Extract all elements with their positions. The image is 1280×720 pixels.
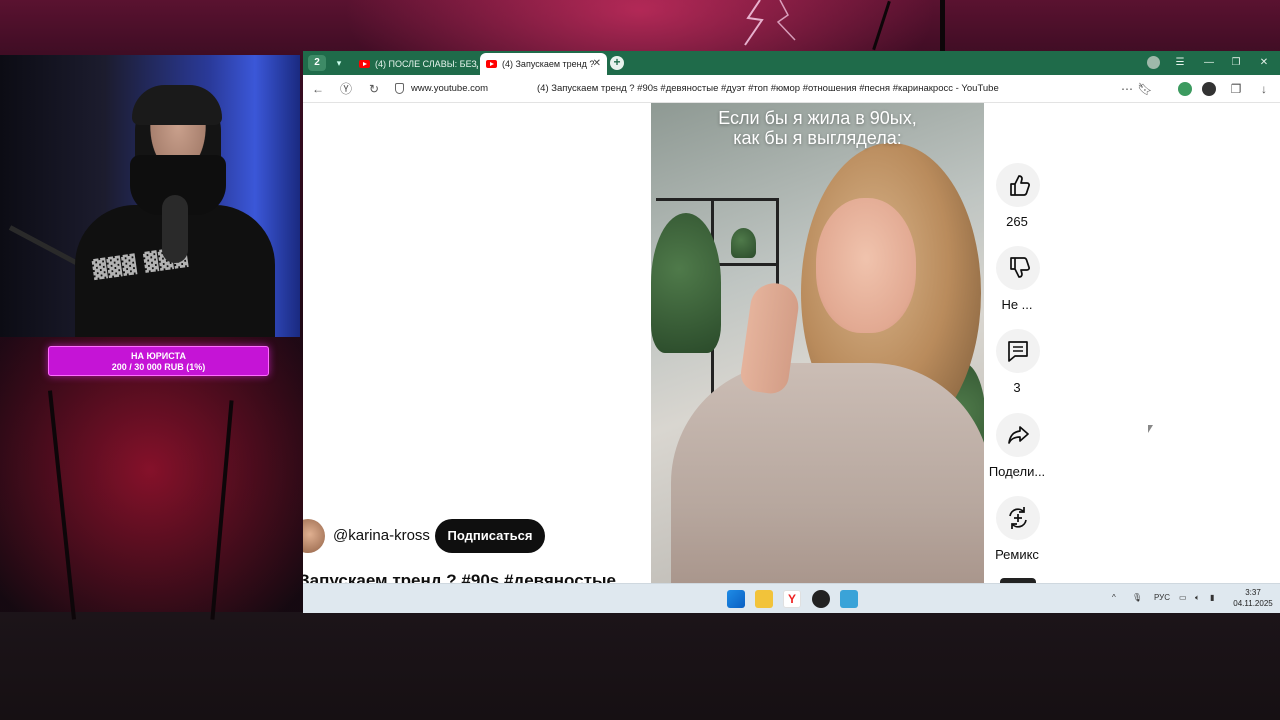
tab-bar: 2 ▾ (4) ПОСЛЕ СЛАВЫ: БЕЗД (4) Запускаем … xyxy=(303,51,1280,75)
clock-time: 3:37 xyxy=(1245,588,1261,597)
volume-icon[interactable]: 🔈︎ xyxy=(1195,593,1200,603)
mouse-cursor xyxy=(1148,425,1153,433)
like-count: 265 xyxy=(1006,214,1028,229)
woman-face xyxy=(816,198,916,333)
taskbar-clock[interactable]: 3:37 04.11.2025 xyxy=(1231,587,1275,609)
short-video-player[interactable]: Если бы я жила в 90ых, как бы я выглядел… xyxy=(651,103,984,583)
notepad-icon[interactable] xyxy=(840,590,858,608)
shorts-actions: 265 Не ... 3 Подели... Ремикс xyxy=(986,103,1048,583)
tab-label: (4) Запускаем тренд ? xyxy=(502,59,595,69)
share-label: Подели... xyxy=(988,464,1046,479)
remix-label: Ремикс xyxy=(995,547,1039,562)
streamer-hair xyxy=(132,85,222,125)
microphone-icon[interactable]: 🎙︎ xyxy=(1132,593,1142,602)
share-button[interactable] xyxy=(996,413,1040,457)
share-icon xyxy=(1008,426,1029,444)
remix-button[interactable] xyxy=(996,496,1040,540)
donation-goal: НА ЮРИСТА 200 / 30 000 RUB (1%) xyxy=(48,346,269,376)
tab-label: (4) ПОСЛЕ СЛАВЫ: БЕЗД xyxy=(375,59,478,69)
more-icon[interactable]: ⋯ xyxy=(1119,81,1135,97)
network-icon[interactable]: ▭ xyxy=(1179,593,1187,602)
thumbs-down-icon xyxy=(1010,257,1030,278)
file-explorer-icon[interactable] xyxy=(755,590,773,608)
restore-icon[interactable]: ❐ xyxy=(1228,55,1244,71)
clock-date: 04.11.2025 xyxy=(1233,599,1273,608)
thumbs-up-icon xyxy=(1010,175,1030,196)
yandex-browser-icon[interactable]: Y xyxy=(783,590,801,608)
new-tab-button[interactable]: + xyxy=(610,56,624,70)
download-icon[interactable]: ↓ xyxy=(1256,81,1272,97)
youtube-icon xyxy=(359,60,370,68)
subscribe-button[interactable]: Подписаться xyxy=(435,519,545,553)
close-icon[interactable]: ✕ xyxy=(593,53,601,75)
workspace-badge[interactable]: 2 xyxy=(308,55,326,71)
tree-silhouette xyxy=(940,0,945,51)
yandex-logo-icon[interactable]: Ⓨ xyxy=(338,81,354,97)
windows-start-icon[interactable] xyxy=(727,590,745,608)
url-page-title[interactable]: (4) Запускаем тренд ? #90s #девяностые #… xyxy=(537,83,999,94)
reload-icon[interactable]: ↻ xyxy=(366,81,382,97)
url-domain[interactable]: www.youtube.com xyxy=(411,83,488,94)
video-title[interactable]: Запускаем тренд ? #90s #девяностые xyxy=(303,571,616,583)
extension-icon[interactable] xyxy=(1178,82,1192,96)
address-bar: ← Ⓨ ↻ www.youtube.com (4) Запускаем трен… xyxy=(303,75,1280,103)
dislike-button[interactable] xyxy=(996,246,1040,290)
reader-icon[interactable]: ❐ xyxy=(1228,81,1244,97)
close-window-icon[interactable]: ✕ xyxy=(1256,55,1272,71)
lightning-decoration xyxy=(744,0,796,46)
youtube-icon xyxy=(486,60,497,68)
minimize-icon[interactable]: — xyxy=(1201,55,1217,71)
comments-button[interactable] xyxy=(996,329,1040,373)
remix-icon xyxy=(1009,507,1027,529)
back-arrow-icon[interactable]: ← xyxy=(310,81,326,97)
tab-active[interactable]: (4) Запускаем тренд ? ✕ xyxy=(480,53,607,75)
woman-hoodie xyxy=(671,363,984,583)
shield-icon[interactable] xyxy=(395,83,404,94)
background-shelf xyxy=(656,198,776,201)
chevron-up-icon[interactable]: ^ xyxy=(1112,593,1116,602)
channel-name[interactable]: @karina-kross xyxy=(333,527,430,544)
video-caption: Если бы я жила в 90ых, как бы я выглядел… xyxy=(718,108,917,148)
menu-icon[interactable]: ☰ xyxy=(1172,55,1188,71)
battery-icon[interactable]: ▮ xyxy=(1210,593,1214,602)
comments-count: 3 xyxy=(1013,380,1021,395)
channel-avatar[interactable] xyxy=(303,519,325,553)
comment-icon xyxy=(1008,341,1028,362)
donation-title: НА ЮРИСТА xyxy=(131,351,186,361)
microphone xyxy=(162,195,188,263)
chevron-down-icon[interactable]: ▾ xyxy=(330,55,348,71)
windows-taskbar: Y ^ 🎙︎ РУС ▭ 🔈︎ ▮ 3:37 04.11.2025 xyxy=(303,583,1280,613)
bookmark-icon[interactable]: 🔖︎ xyxy=(1137,81,1153,97)
stream-background-bottom xyxy=(0,612,1280,720)
play-extension-icon[interactable] xyxy=(1202,82,1216,96)
dislike-label: Не ... xyxy=(1001,297,1033,312)
youtube-shorts-page: Если бы я жила в 90ых, как бы я выглядел… xyxy=(303,103,1280,583)
obs-icon[interactable] xyxy=(812,590,830,608)
background-plant xyxy=(651,213,721,353)
profile-icon[interactable] xyxy=(1147,56,1160,69)
language-indicator[interactable]: РУС xyxy=(1154,593,1170,602)
background-plant xyxy=(731,228,756,258)
tab-inactive[interactable]: (4) ПОСЛЕ СЛАВЫ: БЕЗД xyxy=(353,53,478,75)
donation-progress: 200 / 30 000 RUB (1%) xyxy=(111,362,206,372)
webcam-feed: ▓▓▓ ▓▓▓ xyxy=(0,55,300,337)
like-button[interactable] xyxy=(996,163,1040,207)
browser-window: 2 ▾ (4) ПОСЛЕ СЛАВЫ: БЕЗД (4) Запускаем … xyxy=(303,51,1280,613)
